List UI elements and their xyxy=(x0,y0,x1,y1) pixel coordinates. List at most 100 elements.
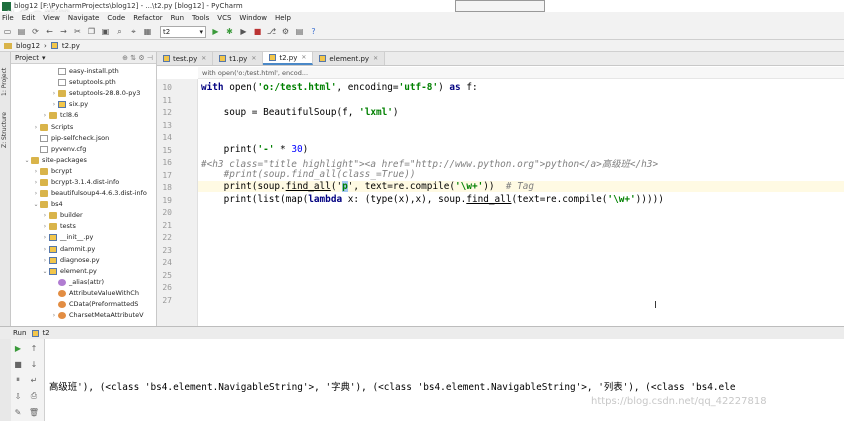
back-icon[interactable]: ← xyxy=(44,26,55,37)
trash-icon[interactable]: 🗑 xyxy=(29,407,39,417)
tree-item[interactable]: › bcrypt xyxy=(11,166,156,177)
menu-code[interactable]: Code xyxy=(105,14,125,22)
structure-tool-tab[interactable]: Z: Structure xyxy=(1,104,10,148)
dump-icon[interactable]: ⇩ xyxy=(13,391,23,401)
tree-item[interactable]: › __init__.py xyxy=(11,232,156,243)
tree-item[interactable]: › beautifulsoup4-4.6.3.dist-info xyxy=(11,188,156,199)
collapse-icon[interactable]: ⇅ xyxy=(130,54,136,62)
chevron-right-icon[interactable]: › xyxy=(32,188,40,199)
run-console[interactable]: 高级班'), (<class 'bs4.element.NavigableStr… xyxy=(45,339,844,421)
tree-item[interactable]: › tests xyxy=(11,221,156,232)
menu-vcs[interactable]: VCS xyxy=(215,14,231,22)
menu-file[interactable]: File xyxy=(0,14,14,22)
menu-window[interactable]: Window xyxy=(237,14,267,22)
tab-test-py[interactable]: test.py ✕ xyxy=(157,52,214,65)
sync-icon[interactable]: ⟳ xyxy=(30,26,41,37)
help-icon[interactable]: ? xyxy=(308,26,319,37)
menu-tools[interactable]: Tools xyxy=(190,14,209,22)
chevron-right-icon[interactable]: › xyxy=(50,310,58,321)
pin-icon[interactable]: ✎ xyxy=(13,407,23,417)
chevron-down-icon[interactable]: ⌄ xyxy=(41,266,49,277)
tree-item[interactable]: ⌄ bs4 xyxy=(11,199,156,210)
search-box[interactable] xyxy=(455,0,545,12)
tree-item[interactable]: pyvenv.cfg xyxy=(11,144,156,155)
run-icon[interactable]: ▶ xyxy=(210,26,221,37)
chevron-right-icon[interactable]: › xyxy=(41,110,49,121)
tree-item[interactable]: › bcrypt-3.1.4.dist-info xyxy=(11,177,156,188)
project-view-select[interactable]: Project xyxy=(15,54,39,62)
tree-item[interactable]: › builder xyxy=(11,210,156,221)
nav-project[interactable]: blog12 xyxy=(16,42,40,50)
tree-item[interactable]: pip-selfcheck.json xyxy=(11,133,156,144)
run-tab-t2[interactable]: t2 xyxy=(42,329,49,337)
tree-item[interactable]: ⌄ site-packages xyxy=(11,155,156,166)
chevron-down-icon[interactable]: ⌄ xyxy=(23,155,31,166)
tree-item[interactable]: AttributeValueWithCh xyxy=(11,288,156,299)
pause-icon[interactable]: ⏸ xyxy=(13,375,23,385)
chevron-right-icon[interactable]: › xyxy=(32,166,40,177)
menu-run[interactable]: Run xyxy=(169,14,184,22)
find-icon[interactable]: ⌕ xyxy=(114,26,125,37)
close-icon[interactable]: ✕ xyxy=(201,55,206,62)
tab-t1-py[interactable]: t1.py ✕ xyxy=(213,52,264,65)
paste-icon[interactable]: ▣ xyxy=(100,26,111,37)
menu-navigate[interactable]: Navigate xyxy=(66,14,99,22)
save-all-icon[interactable]: ▤ xyxy=(16,26,27,37)
tree-item[interactable]: › CharsetMetaAttributeV xyxy=(11,310,156,321)
tree-item[interactable]: › tcl8.6 xyxy=(11,110,156,121)
tree-item[interactable]: › six.py xyxy=(11,99,156,110)
nav-file[interactable]: t2.py xyxy=(62,42,80,50)
close-icon[interactable]: ✕ xyxy=(251,55,256,62)
chevron-right-icon[interactable]: › xyxy=(41,244,49,255)
tree-item[interactable]: _alias(attr) xyxy=(11,277,156,288)
down-icon[interactable]: ↓ xyxy=(29,359,39,369)
project-tool-tab[interactable]: 1: Project xyxy=(1,56,10,96)
close-icon[interactable]: ✕ xyxy=(373,55,378,62)
tree-item[interactable]: › diagnose.py xyxy=(11,255,156,266)
menu-help[interactable]: Help xyxy=(273,14,291,22)
debug-icon[interactable]: ✱ xyxy=(224,26,235,37)
stop-icon[interactable]: ■ xyxy=(13,359,23,369)
menu-view[interactable]: View xyxy=(41,14,60,22)
chevron-right-icon[interactable]: › xyxy=(41,232,49,243)
chevron-right-icon[interactable]: › xyxy=(41,221,49,232)
chevron-right-icon[interactable]: › xyxy=(50,88,58,99)
settings-icon[interactable]: ⚙ xyxy=(280,26,291,37)
tab-t2-py[interactable]: t2.py ✕ xyxy=(263,52,314,65)
print-icon[interactable]: ⎙ xyxy=(29,391,39,401)
tree-item[interactable]: ⌄ element.py xyxy=(11,266,156,277)
rerun-icon[interactable]: ▶ xyxy=(13,343,23,353)
copy-icon[interactable]: ❐ xyxy=(86,26,97,37)
tree-item[interactable]: › Scripts xyxy=(11,121,156,132)
chevron-right-icon[interactable]: › xyxy=(41,210,49,221)
code-breadcrumb[interactable]: with open('o:/test.html', encod... xyxy=(198,67,844,79)
up-icon[interactable]: ↑ xyxy=(29,343,39,353)
vcs-icon[interactable]: ⎇ xyxy=(266,26,277,37)
menu-edit[interactable]: Edit xyxy=(20,14,36,22)
chevron-down-icon[interactable]: ▾ xyxy=(42,54,46,62)
chevron-right-icon[interactable]: › xyxy=(32,122,40,133)
hide-icon[interactable]: ⊣ xyxy=(147,54,153,62)
tab-element-py[interactable]: element.py ✕ xyxy=(313,52,386,65)
tree-item[interactable]: › dammit.py xyxy=(11,244,156,255)
coverage-icon[interactable]: ▶ xyxy=(238,26,249,37)
tree-item[interactable]: CData(PreformattedS xyxy=(11,299,156,310)
replace-icon[interactable]: ⌖ xyxy=(128,26,139,37)
run-config-select[interactable]: t2 ▾ xyxy=(160,25,206,38)
build-icon[interactable]: ▦ xyxy=(142,26,153,37)
tree-item[interactable]: setuptools.pth xyxy=(11,77,156,88)
chevron-down-icon[interactable]: ⌄ xyxy=(32,199,40,210)
forward-icon[interactable]: → xyxy=(58,26,69,37)
menu-refactor[interactable]: Refactor xyxy=(131,14,162,22)
tree-item[interactable]: › setuptools-28.8.0-py3 xyxy=(11,88,156,99)
stop-icon[interactable]: ■ xyxy=(252,26,263,37)
chevron-right-icon[interactable]: › xyxy=(50,99,58,110)
structure-icon[interactable]: ▤ xyxy=(294,26,305,37)
close-icon[interactable]: ✕ xyxy=(301,54,306,61)
cut-icon[interactable]: ✂ xyxy=(72,26,83,37)
locate-icon[interactable]: ⊕ xyxy=(122,54,128,62)
wrap-icon[interactable]: ↵ xyxy=(29,375,39,385)
chevron-right-icon[interactable]: › xyxy=(32,177,40,188)
tree-item[interactable]: easy-install.pth xyxy=(11,66,156,77)
gear-icon[interactable]: ⚙ xyxy=(138,54,144,62)
